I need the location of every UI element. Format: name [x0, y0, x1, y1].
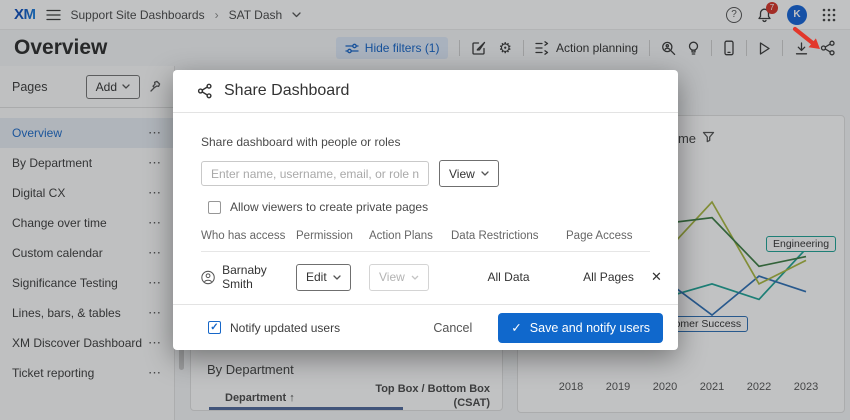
check-icon: ✓	[511, 320, 521, 335]
modal-title: Share Dashboard	[224, 82, 349, 100]
person-circle-icon	[201, 270, 215, 285]
user-name: Barnaby Smith	[222, 263, 296, 291]
share-dashboard-modal: Share Dashboard Share dashboard with peo…	[173, 70, 678, 350]
col-permission: Permission	[296, 230, 369, 242]
default-permission-dropdown[interactable]: View	[439, 160, 499, 187]
page-access-value[interactable]: All Pages	[566, 270, 651, 284]
dashboard-app: XM Support Site Dashboards › SAT Dash ? …	[0, 0, 850, 420]
share-recipient-input[interactable]	[201, 161, 429, 186]
share-icon	[197, 83, 213, 99]
col-page-access: Page Access	[566, 230, 651, 242]
access-table-row: Barnaby Smith Edit View A	[201, 252, 650, 301]
col-who-has-access: Who has access	[201, 230, 296, 242]
notify-users-checkbox[interactable]: ✓	[208, 321, 221, 334]
col-data-restrictions: Data Restrictions	[451, 230, 566, 242]
allow-private-pages-label: Allow viewers to create private pages	[230, 200, 428, 214]
chevron-down-icon	[333, 275, 341, 280]
chevron-down-icon	[481, 171, 489, 176]
action-plans-dropdown: View	[369, 264, 429, 291]
access-table: Who has access Permission Action Plans D…	[201, 230, 650, 301]
cancel-button[interactable]: Cancel	[433, 321, 472, 335]
col-action-plans: Action Plans	[369, 230, 451, 242]
modal-footer: ✓ Notify updated users Cancel ✓ Save and…	[173, 304, 678, 350]
remove-user-button[interactable]: ✕	[651, 269, 664, 285]
share-with-label: Share dashboard with people or roles	[201, 135, 650, 149]
modal-header: Share Dashboard	[173, 70, 678, 113]
permission-dropdown[interactable]: Edit	[296, 264, 351, 291]
tutorial-arrow-annotation	[791, 26, 829, 56]
notify-users-label: Notify updated users	[230, 321, 340, 335]
data-restrictions-value[interactable]: All Data	[451, 270, 566, 284]
allow-private-pages-checkbox[interactable]	[208, 201, 221, 214]
user-cell: Barnaby Smith	[201, 263, 296, 291]
chevron-down-icon	[411, 275, 419, 280]
save-and-notify-button[interactable]: ✓ Save and notify users	[498, 313, 663, 343]
